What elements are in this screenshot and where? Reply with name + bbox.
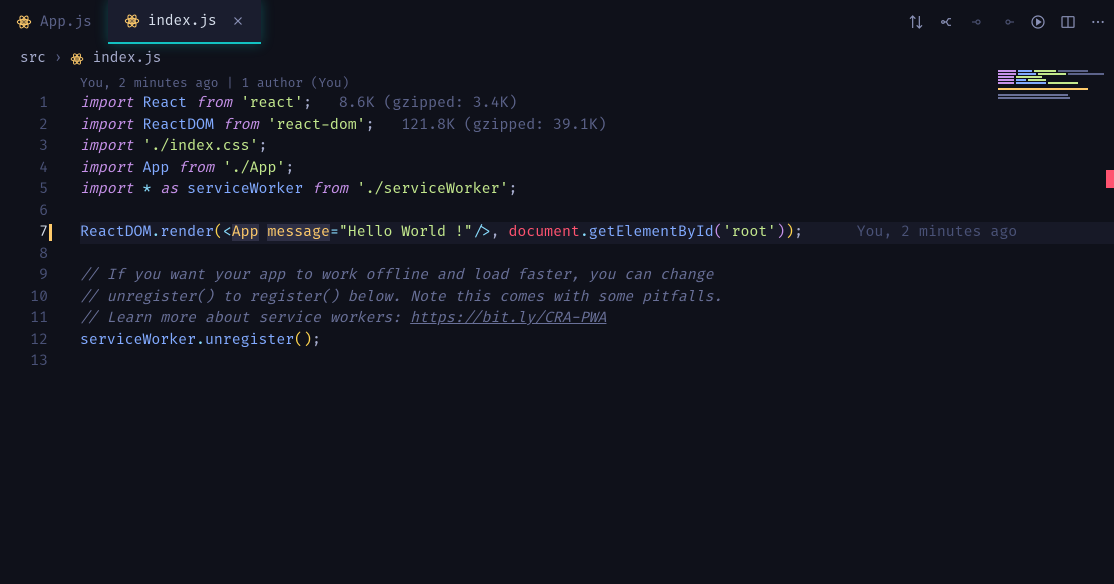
code-line: serviceWorker.unregister();: [80, 330, 1114, 352]
breadcrumb[interactable]: src › index.js: [0, 44, 1114, 73]
code-line: // unregister() to register() below. Not…: [80, 287, 1114, 309]
line-numbers: 1 2 3 4 5 6 7 8 9 10 11 12 13: [0, 93, 58, 373]
code-line: import App from './App';: [80, 158, 1114, 180]
gitlens-blame-inline: You, 2 minutes ago: [857, 224, 1018, 241]
prev-change-icon[interactable]: [970, 14, 986, 30]
react-file-icon: [70, 52, 84, 66]
code-line: import React from 'react'; 8.6K (gzipped…: [80, 93, 1114, 115]
split-editor-icon[interactable]: [1060, 14, 1076, 30]
more-icon[interactable]: [1090, 14, 1106, 30]
minimap[interactable]: [998, 70, 1108, 100]
code-line: [80, 351, 1114, 373]
close-icon[interactable]: [231, 14, 245, 28]
overview-ruler-marker: [1106, 170, 1114, 188]
react-file-icon: [124, 13, 140, 29]
code-line: import './index.css';: [80, 136, 1114, 158]
code-line: // If you want your app to work offline …: [80, 265, 1114, 287]
run-icon[interactable]: [1030, 14, 1046, 30]
next-change-icon[interactable]: [1000, 14, 1016, 30]
code-line-active: ReactDOM.render(<App message="Hello Worl…: [80, 222, 1114, 244]
code-line: [80, 201, 1114, 223]
tab-app-js[interactable]: App.js: [0, 0, 108, 44]
code-line: import * as serviceWorker from './servic…: [80, 179, 1114, 201]
react-file-icon: [16, 14, 32, 30]
code-editor[interactable]: 1 2 3 4 5 6 7 8 9 10 11 12 13 import Rea…: [0, 93, 1114, 373]
diff-icon[interactable]: [938, 14, 956, 30]
gitlens-authors-line: You, 2 minutes ago | 1 author (You): [0, 73, 1114, 93]
tabs-container: App.js index.js: [0, 0, 261, 44]
chevron-right-icon: ›: [54, 50, 63, 67]
tab-index-js[interactable]: index.js: [108, 0, 261, 44]
code-line: [80, 244, 1114, 266]
breadcrumb-file: index.js: [92, 50, 161, 67]
editor-toolbar: [908, 14, 1106, 30]
breadcrumb-folder: src: [20, 50, 46, 67]
compare-icon[interactable]: [908, 14, 924, 30]
code-line: import ReactDOM from 'react-dom'; 121.8K…: [80, 115, 1114, 137]
code-line: // Learn more about service workers: htt…: [80, 308, 1114, 330]
tab-label: App.js: [40, 14, 92, 31]
code-content[interactable]: import React from 'react'; 8.6K (gzipped…: [58, 93, 1114, 373]
tab-label: index.js: [148, 13, 217, 30]
